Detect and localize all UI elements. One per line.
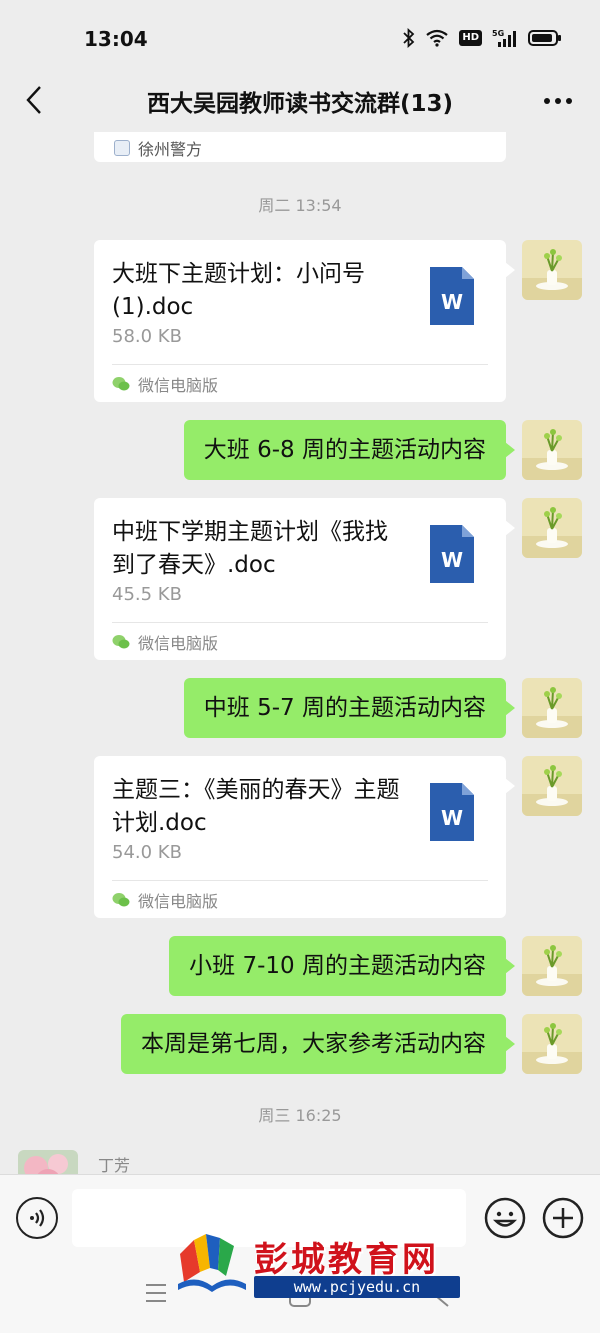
status-time: 13:04 [84,27,148,51]
text-message[interactable]: 小班 7-10 周的主题活动内容 [169,936,515,996]
sender-name: 丁芳 [98,1156,131,1174]
status-bar: 13:04 HD 5G [0,0,600,80]
voice-icon [30,1209,45,1227]
text-message[interactable]: 中班 5-7 周的主题活动内容 [183,678,516,738]
word-doc-icon: W [430,525,474,583]
watermark: 彭城教育网 www.pcjyedu.cn [176,1232,460,1298]
file-source: 微信电脑版 [112,888,218,912]
svg-text:W: W [441,548,463,572]
card-source: 徐州警方 [114,136,202,160]
text-message[interactable]: 大班 6-8 周的主题活动内容 [183,420,516,480]
wechat-icon [112,893,130,907]
voice-button[interactable] [16,1197,58,1239]
avatar[interactable] [522,678,582,738]
cell-label: 5G [492,29,504,38]
file-source-label: 微信电脑版 [138,376,219,395]
file-name: 主题三：《美丽的春天》主题计划.doc [112,777,400,836]
text-message[interactable]: 本周是第七周，大家参考活动内容 [121,1014,515,1074]
file-name: 大班下主题计划：小问号(1).doc [112,261,365,320]
file-message[interactable]: 大班下主题计划：小问号(1).doc 58.0 KB W 微信电脑版 [94,240,515,402]
card-source-label: 徐州警方 [138,140,203,159]
chat-title: 西大吴园教师读书交流群(13) [146,91,454,117]
file-size: 54.0 KB [112,842,182,863]
wifi-icon [426,29,449,47]
svg-text:W: W [441,806,463,830]
divider [112,622,488,623]
file-name: 中班下学期主题计划《我找到了春天》.doc [112,519,388,578]
wechat-icon [112,377,130,391]
hd-badge: HD [459,30,482,46]
wechat-icon [112,635,130,649]
file-source: 微信电脑版 [112,372,218,396]
avatar[interactable] [522,498,582,558]
police-logo-icon [114,140,130,156]
avatar[interactable] [522,240,582,300]
watermark-url: www.pcjyedu.cn [254,1276,460,1298]
timestamp: 周三 16:25 [258,1106,342,1125]
file-size: 45.5 KB [112,584,182,605]
watermark-title: 彭城教育网 [254,1240,439,1280]
battery-icon [528,30,561,46]
file-size: 58.0 KB [112,326,182,347]
shared-card-tail[interactable]: 徐州警方 [94,132,506,162]
status-icons: HD 5G [403,28,562,48]
file-source: 微信电脑版 [112,630,218,654]
plus-icon[interactable] [542,1197,584,1239]
avatar[interactable] [522,756,582,816]
divider [112,364,488,365]
more-options-button[interactable] [538,84,578,118]
avatar[interactable] [522,936,582,996]
chat-area[interactable]: 徐州警方 周二 13:54 大班下主题计划：小问号(1).doc 58.0 KB… [0,122,600,1174]
cell-signal-icon: 5G [492,29,516,47]
chat-header: 西大吴园教师读书交流群(13) [0,80,600,122]
file-message[interactable]: 主题三：《美丽的春天》主题计划.doc 54.0 KB W 微信电脑版 [94,756,515,918]
word-doc-icon: W [430,267,474,325]
nav-menu-icon[interactable] [144,1282,168,1304]
file-source-label: 微信电脑版 [138,634,219,653]
more-dots-icon [544,98,572,104]
file-message[interactable]: 中班下学期主题计划《我找到了春天》.doc 45.5 KB W 微信电脑版 [94,498,515,660]
avatar[interactable] [522,420,582,480]
divider [112,880,488,881]
svg-text:W: W [441,290,463,314]
bluetooth-icon [403,28,415,48]
file-source-label: 微信电脑版 [138,892,219,911]
word-doc-icon: W [430,783,474,841]
timestamp: 周二 13:54 [258,196,342,215]
avatar[interactable] [522,1014,582,1074]
book-logo-icon [178,1234,246,1292]
emoji-icon[interactable] [484,1197,526,1239]
sender-avatar[interactable] [18,1150,78,1174]
